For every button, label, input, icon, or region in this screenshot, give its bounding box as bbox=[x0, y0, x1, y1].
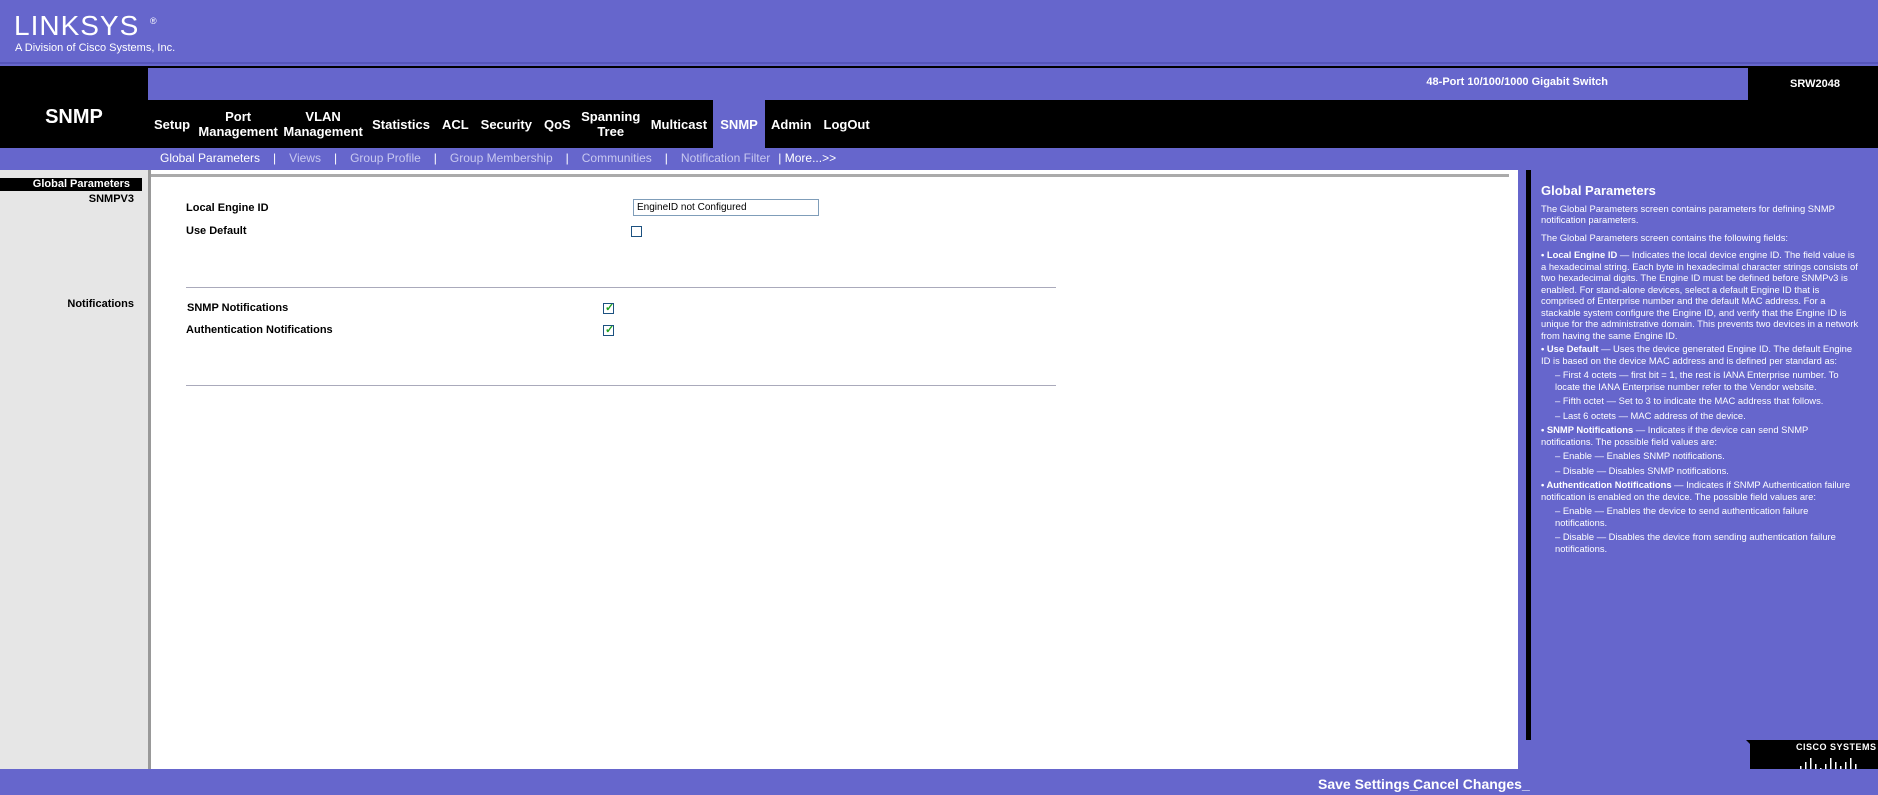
cisco-logo: CISCO SYSTEMS bbox=[1796, 742, 1877, 752]
model-description: 48-Port 10/100/1000 Gigabit Switch bbox=[1426, 76, 1608, 88]
subnav-group-profile[interactable]: Group Profile bbox=[350, 151, 421, 165]
nav-port-management[interactable]: Port Management bbox=[196, 100, 280, 148]
help-sub-item: – First 4 octets — first bit = 1, the re… bbox=[1555, 369, 1839, 392]
help-sub-item: – Enable — Enables SNMP notifications. bbox=[1555, 450, 1725, 461]
help-sub-item: – Disable — Disables SNMP notifications. bbox=[1555, 464, 1729, 476]
help-sub-item: – Last 6 octets — MAC address of the dev… bbox=[1555, 409, 1746, 421]
footer-bar bbox=[0, 769, 1878, 795]
snmp-notifications-checkbox[interactable]: ✓ bbox=[603, 302, 615, 314]
main-nav: Setup Port Management VLAN Management St… bbox=[148, 100, 876, 148]
sidebar-global-parameters[interactable]: Global Parameters bbox=[0, 178, 142, 191]
local-engine-id-label: Local Engine ID bbox=[186, 202, 269, 214]
help-use-default: • Use Default — Uses the device generate… bbox=[1541, 343, 1853, 366]
subnav-views[interactable]: Views bbox=[289, 151, 321, 165]
check-icon: ✓ bbox=[605, 324, 615, 336]
nav-security[interactable]: Security bbox=[475, 100, 538, 148]
subnav-notification-filter[interactable]: Notification Filter bbox=[681, 151, 770, 165]
sidebar-notifications: Notifications bbox=[67, 298, 134, 310]
use-default-checkbox[interactable] bbox=[631, 226, 642, 237]
nav-snmp[interactable]: SNMP bbox=[713, 100, 766, 148]
sidebar-snmpv3[interactable]: SNMPV3 bbox=[89, 193, 134, 205]
local-engine-id-input[interactable] bbox=[633, 199, 819, 216]
subnav-group-membership[interactable]: Group Membership bbox=[450, 151, 553, 165]
nav-acl[interactable]: ACL bbox=[436, 100, 475, 148]
help-intro: The Global Parameters screen contains th… bbox=[1541, 231, 1789, 243]
divider bbox=[186, 385, 1056, 386]
left-sidebar: Global Parameters SNMPV3 Notifications bbox=[0, 170, 148, 769]
nav-logout[interactable]: LogOut bbox=[818, 100, 876, 148]
help-auth-notifications: • Authentication Notifications — Indicat… bbox=[1541, 479, 1851, 502]
nav-setup[interactable]: Setup bbox=[148, 100, 196, 148]
subnav-more[interactable]: | More...>> bbox=[770, 151, 836, 165]
snmp-notifications-label: SNMP Notifications bbox=[187, 302, 289, 314]
check-icon: ✓ bbox=[605, 302, 615, 314]
registered-mark: ® bbox=[150, 16, 157, 26]
subnav-communities[interactable]: Communities bbox=[582, 151, 652, 165]
auth-notifications-label: Authentication Notifications bbox=[186, 324, 333, 336]
help-local-engine-id: • Local Engine ID — Indicates the local … bbox=[1541, 249, 1859, 341]
sub-nav: Global Parameters | Views | Group Profil… bbox=[160, 151, 837, 165]
logo-subtitle: A Division of Cisco Systems, Inc. bbox=[15, 42, 176, 54]
content-top-border bbox=[151, 174, 1509, 177]
use-default-label: Use Default bbox=[186, 225, 247, 237]
nav-multicast[interactable]: Multicast bbox=[645, 100, 713, 148]
help-sub-item: – Fifth octet — Set to 3 to indicate the… bbox=[1555, 395, 1824, 406]
help-sub-item: – Disable — Disables the device from sen… bbox=[1555, 531, 1836, 554]
header: LINKSYS ® A Division of Cisco Systems, I… bbox=[0, 0, 1878, 64]
nav-spanning-tree[interactable]: Spanning Tree bbox=[577, 100, 645, 148]
save-settings-button[interactable]: Save Settings_ bbox=[1318, 776, 1418, 792]
help-title: Global Parameters bbox=[1541, 183, 1656, 198]
model-name: SRW2048 bbox=[1790, 78, 1840, 90]
content-panel: Local Engine ID Use Default SNMP Notific… bbox=[148, 170, 1518, 769]
auth-notifications-checkbox[interactable]: ✓ bbox=[603, 324, 615, 336]
nav-qos[interactable]: QoS bbox=[538, 100, 577, 148]
divider bbox=[186, 287, 1056, 288]
nav-vlan-management[interactable]: VLAN Management bbox=[280, 100, 366, 148]
help-snmp-notifications: • SNMP Notifications — Indicates if the … bbox=[1541, 424, 1809, 447]
help-sub-item: – Enable — Enables the device to send au… bbox=[1555, 505, 1809, 528]
help-panel: Global Parameters The Global Parameters … bbox=[1526, 170, 1878, 740]
nav-admin[interactable]: Admin bbox=[765, 100, 817, 148]
subnav-global-parameters[interactable]: Global Parameters bbox=[160, 151, 260, 165]
nav-statistics[interactable]: Statistics bbox=[366, 100, 436, 148]
linksys-logo: LINKSYS bbox=[14, 10, 140, 41]
section-title: SNMP bbox=[45, 106, 103, 128]
model-bar: 48-Port 10/100/1000 Gigabit Switch bbox=[148, 68, 1748, 100]
cancel-changes-button[interactable]: Cancel Changes_ bbox=[1413, 776, 1530, 792]
help-intro: The Global Parameters screen contains pa… bbox=[1541, 202, 1835, 226]
